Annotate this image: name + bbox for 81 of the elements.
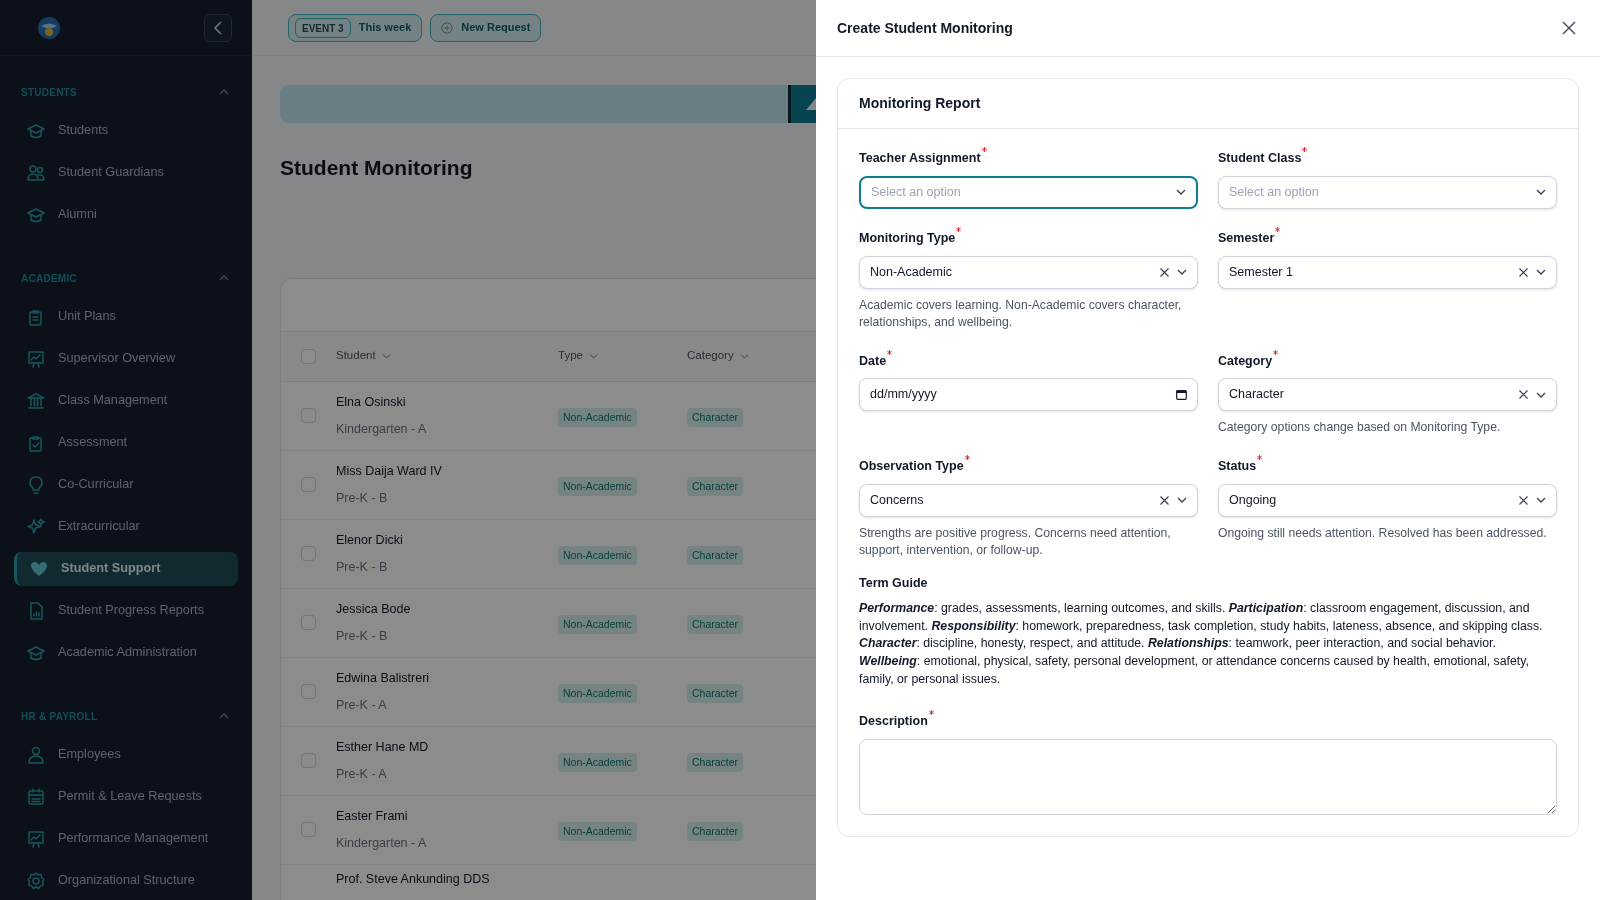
select-field[interactable]: Ongoing bbox=[1218, 483, 1557, 517]
help-text: Category options change based on Monitoring Type. bbox=[1218, 419, 1502, 437]
student-class: Kindergarten - A bbox=[336, 834, 428, 852]
sidebar-item[interactable]: Alumni bbox=[14, 198, 238, 232]
event-badge-button[interactable]: EVENT 3 This week bbox=[288, 13, 423, 42]
type-tag: Non-Academic bbox=[558, 752, 637, 773]
column-header[interactable]: Type bbox=[558, 347, 583, 365]
student-name: Prof. Steve Ankunding DDS bbox=[336, 870, 491, 888]
student-class: Kindergarten - A bbox=[336, 420, 428, 438]
section-heading: ACADEMIC bbox=[21, 271, 77, 286]
category-tag: Character bbox=[687, 683, 744, 704]
type-tag: Non-Academic bbox=[558, 683, 637, 704]
page-title: Student Monitoring bbox=[280, 155, 473, 181]
section-heading: Term Guide bbox=[859, 574, 929, 592]
type-tag: Non-Academic bbox=[558, 476, 637, 497]
type-tag: Non-Academic bbox=[558, 821, 637, 842]
student-name: Elenor Dicki bbox=[336, 531, 404, 549]
sidebar-item[interactable]: Permit & Leave Requests bbox=[14, 780, 238, 814]
select-field[interactable]: Concerns bbox=[859, 483, 1198, 517]
student-name: Easter Frami bbox=[336, 807, 409, 825]
sidebar-item[interactable]: Extracurricular bbox=[14, 510, 238, 544]
category-tag: Character bbox=[687, 614, 744, 635]
category-tag: Character bbox=[687, 407, 744, 428]
category-tag: Character bbox=[687, 821, 744, 842]
student-class: Pre-K - A bbox=[336, 765, 388, 783]
student-name: Elna Osinski bbox=[336, 393, 407, 411]
field-label: Student Class bbox=[1218, 150, 1302, 167]
field-label: Category bbox=[1218, 352, 1273, 370]
event-count-badge: EVENT 3 bbox=[295, 17, 351, 38]
student-class: Pre-K - B bbox=[336, 489, 389, 507]
select-field[interactable]: Select an option bbox=[1218, 175, 1557, 209]
help-text: Academic covers learning. Non-Academic covers character, relationships, and wellbeing. bbox=[859, 296, 1183, 331]
category-tag: Character bbox=[687, 752, 744, 773]
student-name: Esther Hane MD bbox=[336, 738, 430, 756]
field-label: Status bbox=[1218, 457, 1257, 475]
sidebar-item[interactable]: Organizational Structure bbox=[14, 864, 238, 898]
field-label: Observation Type bbox=[859, 457, 964, 475]
sidebar-item[interactable]: Academic Administration bbox=[14, 636, 238, 670]
field-label: Semester bbox=[1218, 229, 1275, 247]
select-field[interactable]: Non-Academic bbox=[859, 255, 1198, 289]
student-class: Pre-K - B bbox=[336, 558, 389, 576]
date-field[interactable]: dd/mm/yyyy bbox=[859, 378, 1198, 412]
field-label: Monitoring Type bbox=[859, 229, 956, 247]
sidebar-item[interactable]: Assessment bbox=[14, 426, 238, 460]
select-field[interactable]: Semester 1 bbox=[1218, 255, 1557, 289]
column-header[interactable]: Student bbox=[336, 347, 376, 365]
field-label: Description bbox=[859, 713, 928, 731]
student-name: Edwina Balistreri bbox=[336, 669, 431, 687]
sidebar-item[interactable]: Unit Plans bbox=[14, 300, 238, 334]
help-text: Ongoing still needs attention. Resolved has been addressed. bbox=[1218, 524, 1548, 542]
sidebar-item[interactable]: Student Progress Reports bbox=[14, 594, 238, 628]
student-class: Pre-K - B bbox=[336, 627, 389, 645]
section-heading: STUDENTS bbox=[21, 85, 77, 100]
field-label: Teacher Assignment bbox=[859, 150, 981, 167]
category-tag: Character bbox=[687, 476, 744, 497]
sidebar-item[interactable]: Class Management bbox=[14, 384, 238, 418]
sidebar-item[interactable]: Students bbox=[14, 114, 238, 148]
sidebar-item[interactable]: Employees bbox=[14, 738, 238, 772]
sidebar-item[interactable]: Performance Management bbox=[14, 822, 238, 856]
sidebar-item[interactable]: Co-Curricular bbox=[14, 468, 238, 502]
type-tag: Non-Academic bbox=[558, 614, 637, 635]
section-heading: HR & PAYROLL bbox=[21, 709, 98, 724]
student-name: Jessica Bode bbox=[336, 600, 412, 618]
term-guide-text: Performance: grades, assessments, learning outcomes, and skills. Participation: classroom engagement, discussion, and involvement. Responsibility: homework, preparedness, task completion, study habits, lateness, absence, and skipping class. Character: discipline, honesty, respect, and attitude. Relationships: teamwork, peer interaction, and social behavior. Wellbeing: emotional, physical, safety, personal development, or attendance concerns caused by health, emotional, safety, family, or personal issues. bbox=[859, 600, 1544, 688]
category-tag: Character bbox=[687, 545, 744, 566]
new-request-button[interactable]: New Request bbox=[430, 13, 542, 42]
type-tag: Non-Academic bbox=[558, 407, 637, 428]
panel-title: Create Student Monitoring bbox=[837, 18, 1013, 38]
sidebar-item[interactable]: Student Guardians bbox=[14, 156, 238, 190]
sidebar-item[interactable]: Supervisor Overview bbox=[14, 342, 238, 376]
column-header[interactable]: Category bbox=[687, 347, 734, 365]
card-title: Monitoring Report bbox=[859, 94, 981, 113]
select-field[interactable]: Character bbox=[1218, 378, 1557, 412]
event-label: This week bbox=[358, 20, 412, 36]
student-name: Miss Daija Ward IV bbox=[336, 462, 443, 480]
field-label: Date bbox=[859, 352, 887, 370]
sidebar-item[interactable]: Student Support bbox=[14, 552, 238, 586]
student-class: Pre-K - A bbox=[336, 696, 388, 714]
select-field[interactable]: Select an option bbox=[859, 175, 1198, 209]
type-tag: Non-Academic bbox=[558, 545, 637, 566]
help-text: Strengths are positive progress. Concerns need attention, support, intervention, or follow-up. bbox=[859, 524, 1172, 559]
